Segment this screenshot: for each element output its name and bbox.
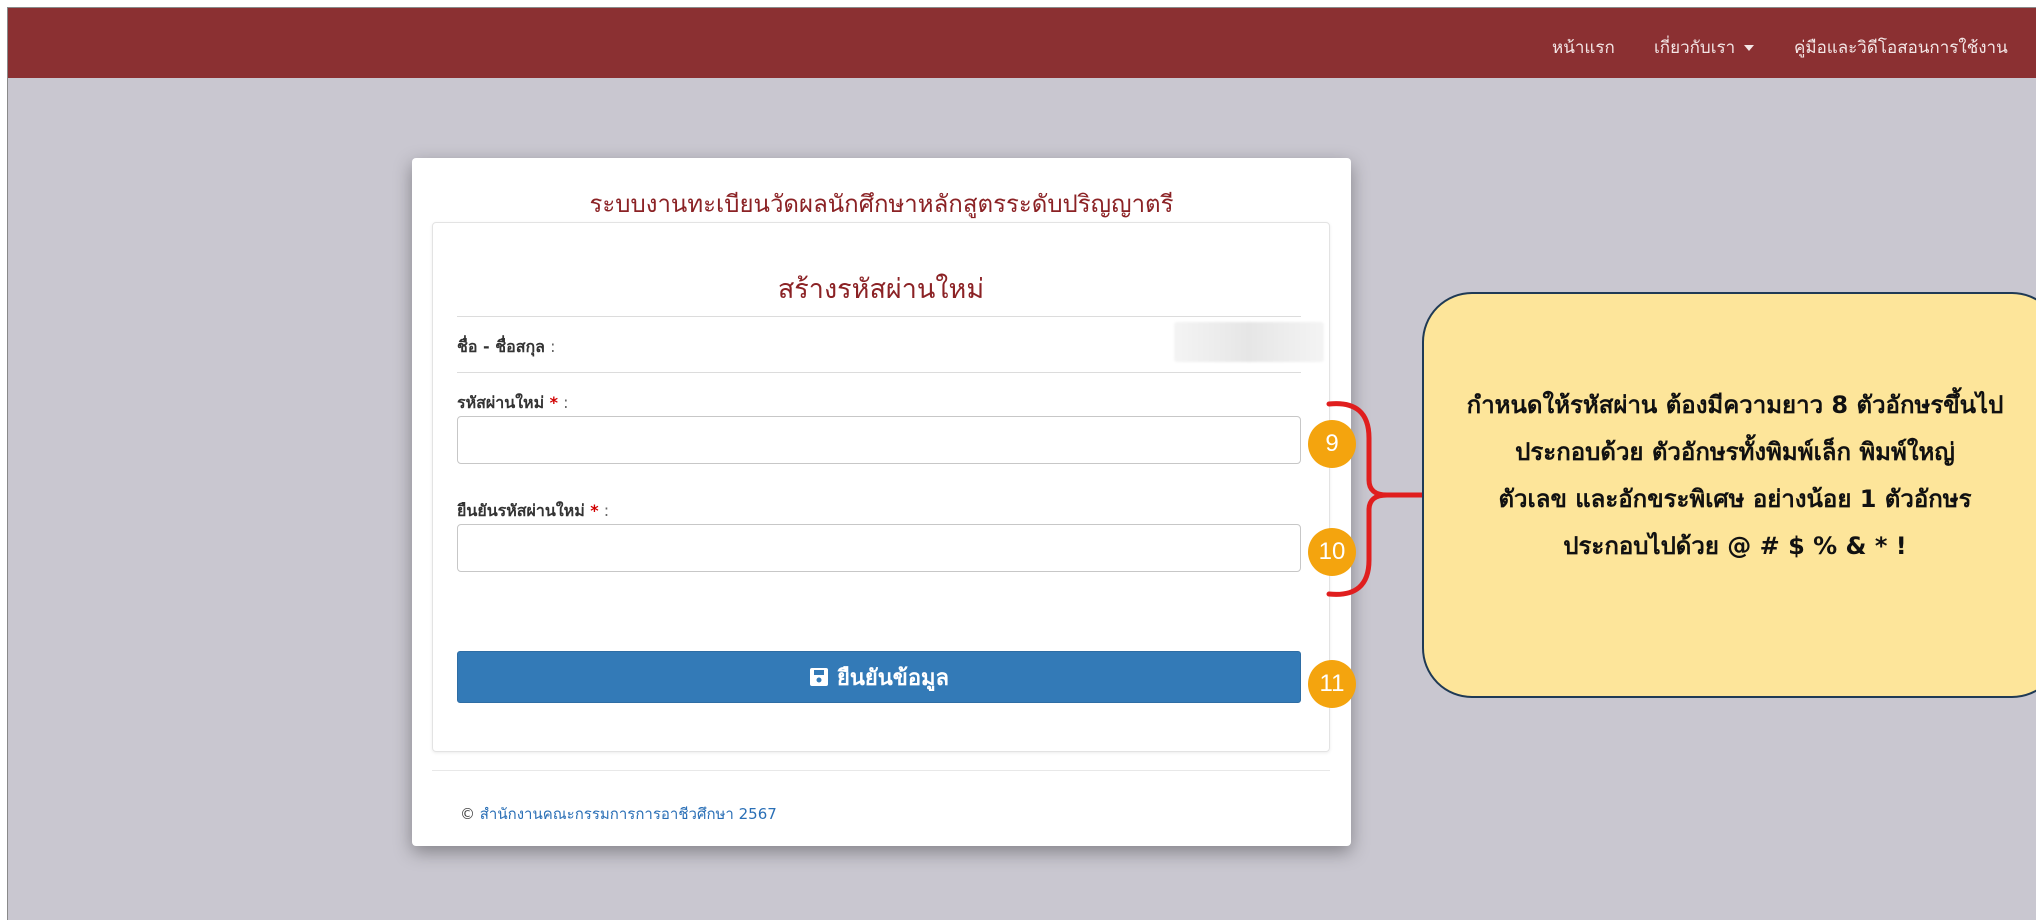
new-password-input[interactable] (457, 416, 1301, 464)
nav-about-label: เกี่ยวกับเรา (1654, 38, 1736, 58)
footer-divider (432, 770, 1330, 771)
caret-down-icon (1744, 45, 1755, 51)
confirm-password-label: ยืนยันรหัสผ่านใหม่ * : (457, 501, 610, 520)
confirm-submit-button[interactable]: ยืนยันข้อมูล (457, 651, 1301, 703)
divider (457, 372, 1301, 373)
system-title: ระบบงานทะเบียนวัดผลนักศึกษาหลักสูตรระดับ… (589, 190, 1174, 218)
floppy-disk-icon (809, 668, 828, 686)
name-value-blurred (1174, 322, 1324, 362)
password-reset-card: ระบบงานทะเบียนวัดผลนักศึกษาหลักสูตรระดับ… (412, 158, 1351, 846)
password-rule-note: กำหนดให้รหัสผ่าน ต้องมีความยาว 8 ตัวอักษ… (1422, 292, 2036, 698)
nav-manual-link[interactable]: คู่มือและวิดีโอสอนการใช้งาน (1794, 34, 2008, 61)
name-label: ชื่อ - ชื่อสกุล : (457, 337, 556, 356)
note-line: ประกอบไปด้วย @ # $ % & * ! (1563, 532, 1907, 560)
note-line: ประกอบด้วย ตัวอักษรทั้งพิมพ์เล็ก พิมพ์ให… (1515, 438, 1955, 466)
note-line: ตัวเลข และอักขระพิเศษ อย่างน้อย 1 ตัวอัก… (1498, 485, 1972, 513)
note-line: กำหนดให้รหัสผ่าน ต้องมีความยาว 8 ตัวอักษ… (1466, 391, 2004, 419)
nav-about-dropdown[interactable]: เกี่ยวกับเรา (1654, 34, 1755, 61)
form-panel: สร้างรหัสผ่านใหม่ ชื่อ - ชื่อสกุล : รหัส… (432, 222, 1330, 752)
submit-label: ยืนยันข้อมูล (836, 665, 950, 691)
step-badge-11: 11 (1308, 660, 1356, 708)
confirm-password-input[interactable] (457, 524, 1301, 572)
nav-home-link[interactable]: หน้าแรก (1552, 34, 1615, 61)
password-rule-text: กำหนดให้รหัสผ่าน ต้องมีความยาว 8 ตัวอักษ… (1424, 382, 2036, 570)
copyright-text: © สำนักงานคณะกรรมการการอาชีวศึกษา 2567 (460, 805, 777, 823)
divider (457, 316, 1301, 317)
new-password-label: รหัสผ่านใหม่ * : (457, 393, 569, 412)
page-frame: หน้าแรก เกี่ยวกับเรา คู่มือและวิดีโอสอนก… (7, 7, 2036, 920)
top-navbar: หน้าแรก เกี่ยวกับเรา คู่มือและวิดีโอสอนก… (8, 8, 2036, 78)
copyright-org-link[interactable]: สำนักงานคณะกรรมการการอาชีวศึกษา 2567 (480, 805, 777, 823)
form-title: สร้างรหัสผ่านใหม่ (777, 274, 985, 305)
